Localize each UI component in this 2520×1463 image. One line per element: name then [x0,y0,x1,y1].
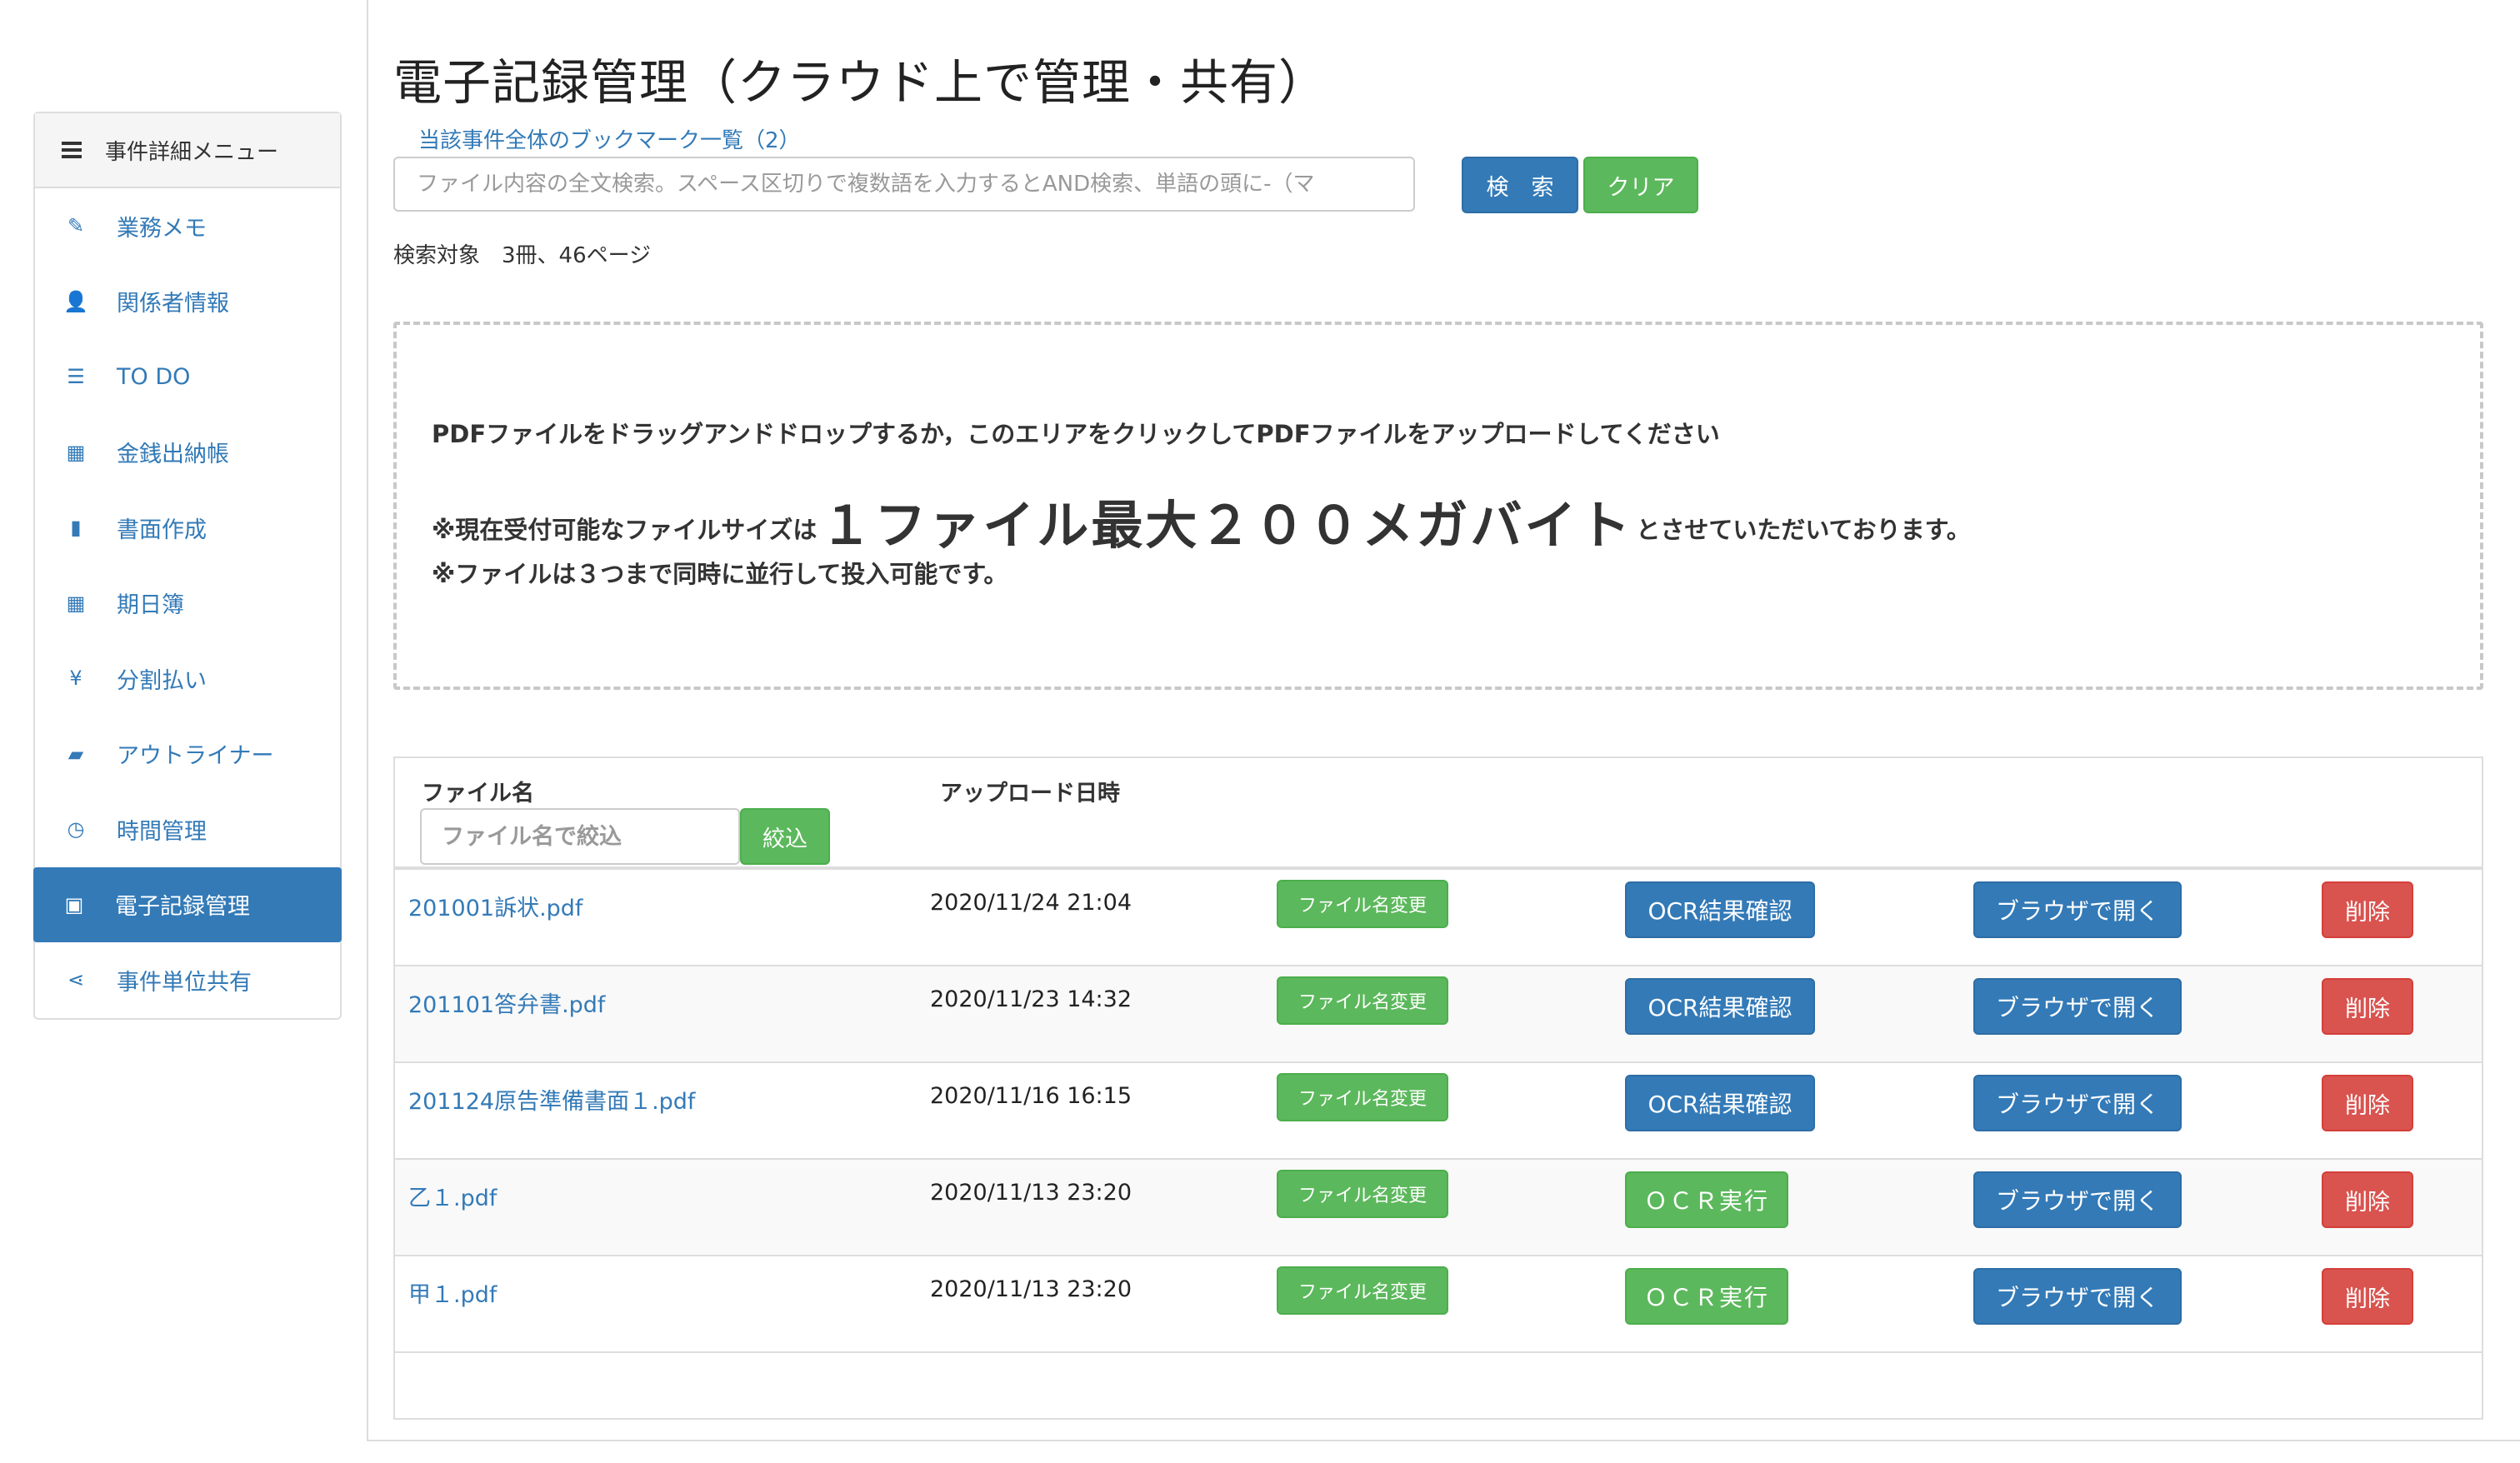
size-limit-emphasis: １ファイル最大２００メガバイト [820,495,1633,556]
delete-button[interactable]: 削除 [2322,978,2413,1035]
sidebar-item-share[interactable]: ⋖ 事件単位共有 [35,942,340,1018]
file-name-link[interactable]: 201001訴状.pdf [408,890,582,922]
open-in-browser-button[interactable]: ブラウザで開く [1973,1075,2182,1131]
table-row: 乙１.pdf 2020/11/13 23:20 ファイル名変更 ＯＣＲ実行 ブラウザで開… [395,1160,2482,1256]
sidebar-item-calculator[interactable]: ▦ 金銭出納帳 [35,415,340,491]
delete-button[interactable]: 削除 [2322,1268,2413,1325]
clear-button[interactable]: クリア [1583,157,1698,213]
file-name-link[interactable]: 201101答弁書.pdf [408,986,605,1019]
rename-button[interactable]: ファイル名変更 [1277,880,1448,928]
filename-filter-input[interactable] [420,808,740,865]
page-title: 電子記録管理（クラウド上で管理・共有） [393,54,1328,111]
sidebar-item-label: 金銭出納帳 [117,442,229,468]
table-row: 201001訴状.pdf 2020/11/24 21:04 ファイル名変更 OCR結果… [395,870,2482,966]
fulltext-search-input[interactable] [393,157,1415,212]
upload-date: 2020/11/16 16:15 [930,1083,1132,1109]
column-header-filename: ファイル名 [422,781,534,806]
sidebar-header-label: 事件詳細メニュー [105,139,279,165]
yen-icon: ¥ [69,667,82,691]
sidebar-item-yen[interactable]: ¥ 分割払い [35,641,340,717]
upload-date: 2020/11/24 21:04 [930,890,1132,916]
sidebar-item-label: 事件単位共有 [117,969,252,996]
filter-button[interactable]: 絞込 [740,808,830,865]
ocr-result-button[interactable]: OCR結果確認 [1625,978,1815,1035]
sidebar-item-list[interactable]: ☰ TO DO [35,339,340,415]
rename-button[interactable]: ファイル名変更 [1277,976,1448,1025]
file-name-link[interactable]: 乙１.pdf [408,1180,497,1212]
sidebar-item-word-file[interactable]: ▣ 電子記録管理 [33,866,342,942]
file-name-link[interactable]: 甲１.pdf [408,1276,497,1309]
sidebar-item-label: 電子記録管理 [115,894,250,921]
dropzone-size-limit: ※現在受付可能なファイルサイズは１ファイル最大２００メガバイト とさせていただいて… [432,483,1971,558]
sidebar-header[interactable]: 事件詳細メニュー [35,113,340,188]
rename-button[interactable]: ファイル名変更 [1277,1266,1448,1315]
search-button[interactable]: 検 索 [1462,157,1578,213]
open-in-browser-button[interactable]: ブラウザで開く [1973,881,2182,938]
table-row: 201124原告準備書面１.pdf 2020/11/16 16:15 ファイル名変更… [395,1063,2482,1160]
search-target-info: 検索対象 3冊、46ページ [393,243,652,268]
delete-button[interactable]: 削除 [2322,1075,2413,1131]
rename-button[interactable]: ファイル名変更 [1277,1073,1448,1121]
ocr-run-button[interactable]: ＯＣＲ実行 [1625,1171,1788,1228]
clock-icon: ◷ [67,817,85,841]
sidebar-item-calendar[interactable]: ▦ 期日簿 [35,566,340,642]
list-icon: ☰ [67,365,85,389]
sidebar-item-pencil[interactable]: ✎ 業務メモ [35,188,340,264]
calculator-icon: ▦ [66,440,86,464]
sidebar-item-label: 時間管理 [117,818,207,845]
delete-button[interactable]: 削除 [2322,881,2413,938]
menu-icon [62,138,82,162]
sidebar-item-label: TO DO [117,363,191,390]
rename-button[interactable]: ファイル名変更 [1277,1170,1448,1218]
user-icon: 👤 [63,289,88,313]
dropzone-parallel-note: ※ファイルは３つまで同時に並行して投入可能です。 [432,560,1008,588]
ocr-result-button[interactable]: OCR結果確認 [1625,1075,1815,1131]
file-name-link[interactable]: 201124原告準備書面１.pdf [408,1083,695,1116]
table-row: 201101答弁書.pdf 2020/11/23 14:32 ファイル名変更 OCR結… [395,966,2482,1063]
word-file-icon: ▣ [64,892,84,916]
sidebar-item-label: アウトライナー [117,743,274,770]
sidebar-item-label: 関係者情報 [117,291,229,317]
sidebar-item-book[interactable]: ▰ アウトライナー [35,717,340,792]
open-in-browser-button[interactable]: ブラウザで開く [1973,1171,2182,1228]
case-detail-sidebar: 事件詳細メニュー ✎ 業務メモ 👤 関係者情報 ☰ TO DO ▦ 金銭出納帳 ▮ 書面作成 ▦ 期日… [33,112,342,1020]
pdf-upload-dropzone[interactable]: PDFファイルをドラッグアンドドロップするか，このエリアをクリックしてPDFファ… [393,322,2483,690]
pencil-icon: ✎ [67,214,85,238]
ocr-result-button[interactable]: OCR結果確認 [1625,881,1815,938]
bookmark-list-link[interactable]: 当該事件全体のブックマーク一覧（2） [418,123,801,154]
table-row: 甲１.pdf 2020/11/13 23:20 ファイル名変更 ＯＣＲ実行 ブラウザで開… [395,1256,2482,1353]
open-in-browser-button[interactable]: ブラウザで開く [1973,1268,2182,1325]
calendar-icon: ▦ [66,591,86,615]
upload-date: 2020/11/23 14:32 [930,986,1132,1012]
size-limit-prefix: ※現在受付可能なファイルサイズは [432,516,818,544]
book-icon: ▰ [68,741,84,766]
ocr-run-button[interactable]: ＯＣＲ実行 [1625,1268,1788,1325]
sidebar-item-file[interactable]: ▮ 書面作成 [35,490,340,566]
upload-date: 2020/11/13 23:20 [930,1180,1132,1206]
sidebar-item-user[interactable]: 👤 関係者情報 [35,264,340,340]
open-in-browser-button[interactable]: ブラウザで開く [1973,978,2182,1035]
sidebar-item-label: 業務メモ [117,215,207,242]
sidebar-item-label: 期日簿 [117,592,184,619]
file-table: ファイル名 アップロード日時 絞込 201001訴状.pdf 2020/11/24… [393,756,2483,1420]
dropzone-instruction: PDFファイルをドラッグアンドドロップするか，このエリアをクリックしてPDFファ… [432,420,1720,448]
file-icon: ▮ [70,516,82,540]
sidebar-item-clock[interactable]: ◷ 時間管理 [35,791,340,867]
share-icon: ⋖ [67,968,85,992]
sidebar-item-label: 分割払い [117,667,207,694]
sidebar-item-label: 書面作成 [117,517,207,543]
upload-date: 2020/11/13 23:20 [930,1276,1132,1302]
size-limit-suffix: とさせていただいております。 [1636,516,1971,544]
column-header-uploaded: アップロード日時 [940,781,1120,806]
delete-button[interactable]: 削除 [2322,1171,2413,1228]
